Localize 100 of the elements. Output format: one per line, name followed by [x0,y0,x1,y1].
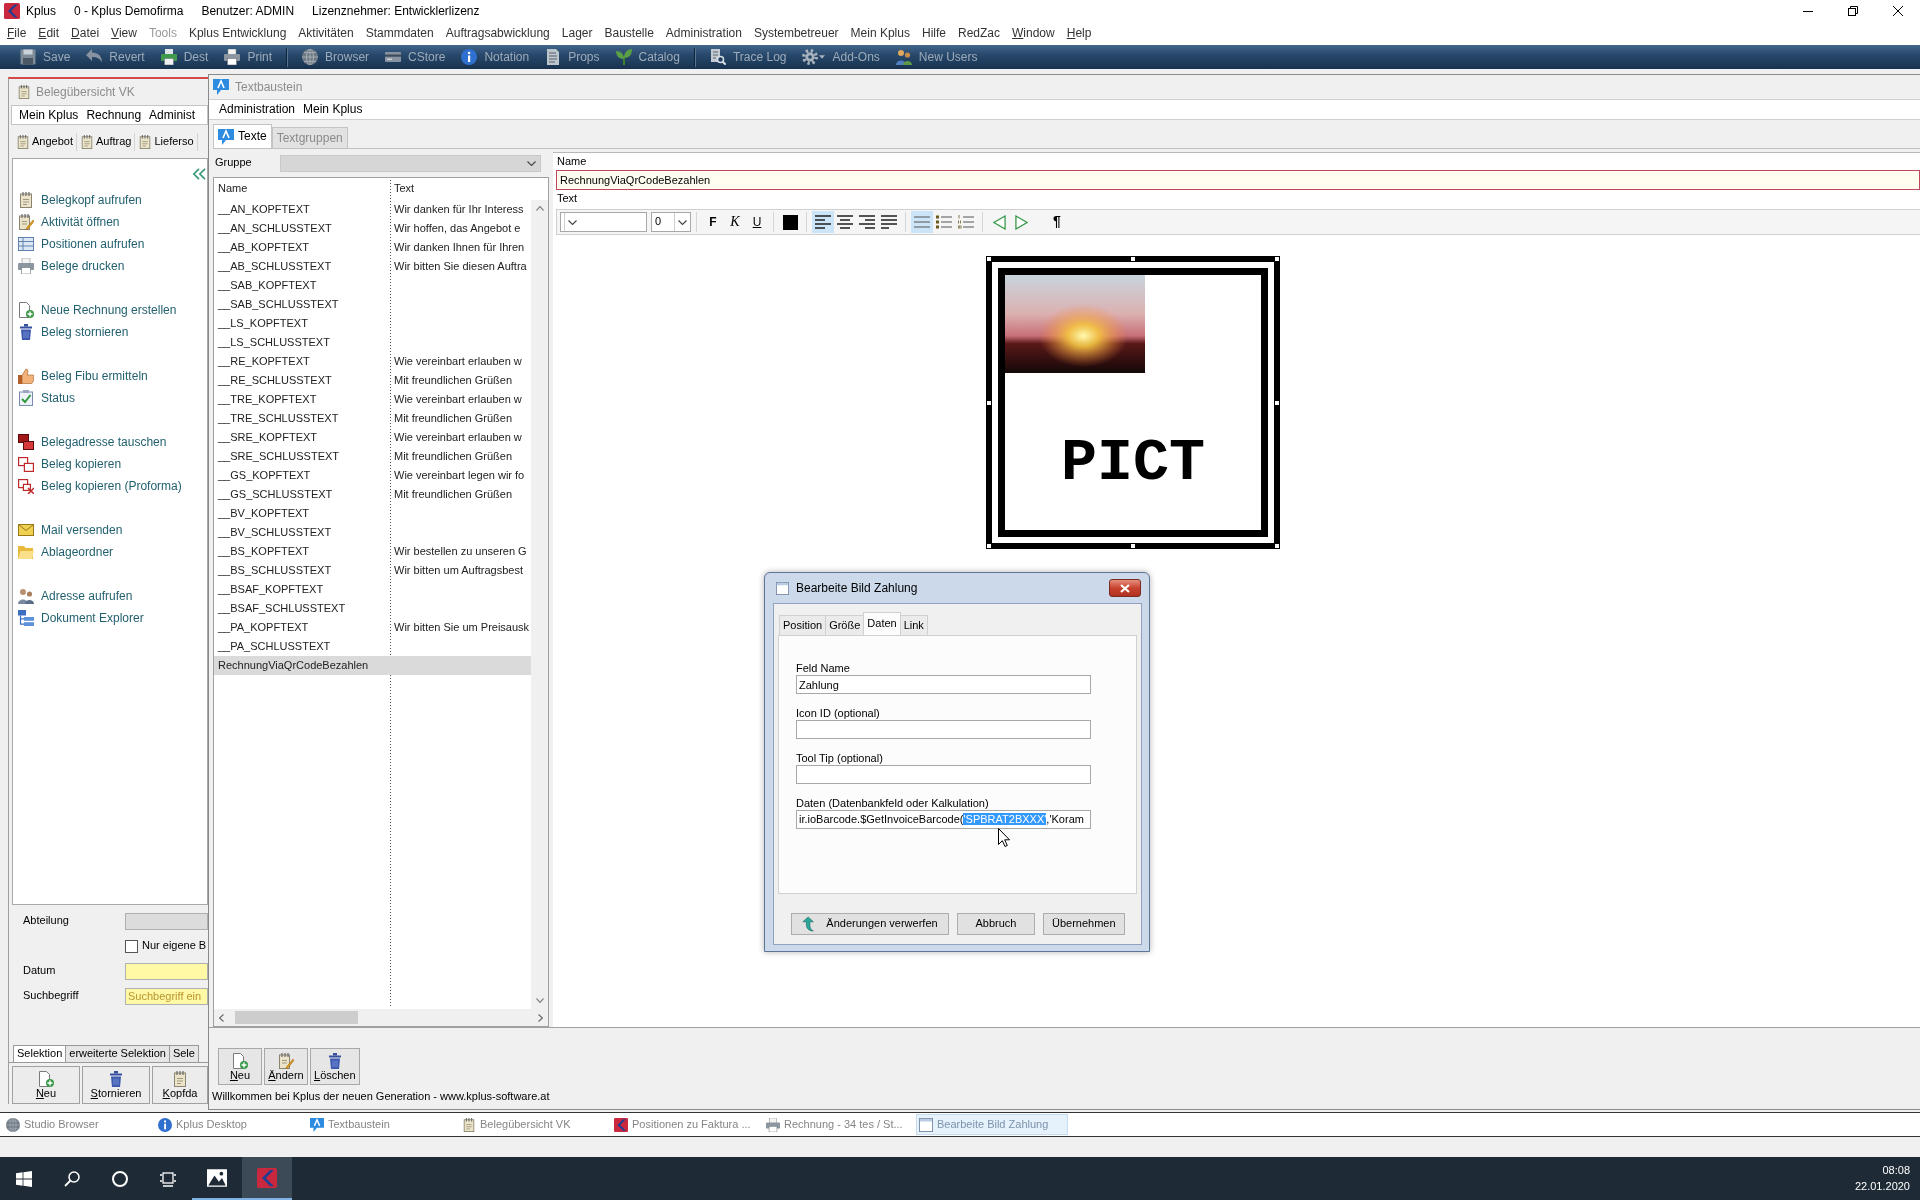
scrollbar[interactable] [531,200,548,1009]
toolbar-button[interactable]: Browser [294,46,378,68]
toolbar-button[interactable]: Angebot [13,133,77,151]
right-triangle-icon[interactable] [1014,214,1028,230]
menu-item[interactable]: Aktivitäten [292,26,360,41]
double-chevron-icon[interactable] [192,168,206,180]
window-tab[interactable]: Positionen zu Faktura ... [612,1114,764,1135]
window-tab[interactable]: Belegübersicht VK [460,1114,612,1135]
tab[interactable]: Sele [168,1045,199,1062]
toolbar-button[interactable]: Dest [152,46,217,68]
action-button[interactable]: Löschen [310,1048,360,1085]
table-row[interactable]: __SRE_KOPFTEXT Wie vereinbart erlauben w [214,428,531,447]
menu-item[interactable]: Hilfe [915,26,952,41]
toolbar-button[interactable]: Auftrag [77,133,136,151]
menu-item[interactable]: Window [1006,26,1061,41]
menu-item[interactable]: Kplus Entwicklung [182,26,293,41]
date-field[interactable] [125,962,208,980]
text-field[interactable] [796,720,1091,739]
table-row[interactable]: __BSAF_KOPFTEXT [214,580,531,599]
tab[interactable]: Link [899,615,928,635]
table-row[interactable]: __TRE_SCHLUSSTEXT Mit freundlichen Grüßen [214,409,531,428]
menu-item[interactable]: Mein Kplus [844,26,916,41]
resize-handle[interactable] [986,543,992,549]
resize-handle[interactable] [1274,256,1280,262]
menu-item[interactable]: Administration [215,102,300,117]
paragraph-mark-button[interactable]: ¶ [1046,211,1068,233]
menu-item[interactable]: Baustelle [598,26,660,41]
font-size-field[interactable]: 0 [651,212,691,232]
action-button[interactable]: Ändern [264,1048,308,1085]
table-row[interactable]: __LS_KOPFTEXT [214,314,531,333]
toolbar-button[interactable]: Catalog [607,46,688,68]
menu-item[interactable]: Mein Kplus [299,102,367,117]
table-row[interactable]: __SRE_SCHLUSSTEXT Mit freundlichen Grüßen [214,447,531,466]
action-link[interactable]: Status [13,387,76,409]
table-row[interactable]: __LS_SCHLUSSTEXT [214,333,531,352]
menu-item[interactable]: Datei [65,26,106,41]
toolbar-button[interactable]: New Users [887,46,986,68]
tab[interactable]: Größe [825,615,865,635]
action-link[interactable]: Adresse aufrufen [13,585,133,607]
action-button[interactable]: Neu [218,1048,262,1085]
menu-item[interactable]: Stammdaten [359,26,440,41]
color-swatch-icon[interactable] [782,214,798,230]
menu-item[interactable]: Administ [145,107,200,123]
table-row[interactable]: __AN_SCHLUSSTEXT Wir hoffen, das Angebot e [214,219,531,238]
table-row[interactable]: RechnungViaQrCodeBezahlen [214,656,531,675]
left-triangle-icon[interactable] [992,214,1006,230]
minimize-icon[interactable] [1802,10,1813,12]
table-row[interactable]: __BSAF_SCHLUSSTEXT [214,599,531,618]
table-row[interactable]: __RE_SCHLUSSTEXT Mit freundlichen Grüßen [214,371,531,390]
action-link[interactable]: Neue Rechnung erstellen [13,299,177,321]
table-row[interactable]: __AB_SCHLUSSTEXT Wir bitten Sie diesen Auftra [214,257,531,276]
table-row[interactable]: __PA_SCHLUSSTEXT [214,637,531,656]
resize-handle[interactable] [1130,543,1136,549]
action-button[interactable]: Stornieren [82,1066,150,1104]
action-link[interactable]: Mail versenden [13,519,123,541]
table-row[interactable]: __AN_KOPFTEXT Wir danken für Ihr Interess [214,200,531,219]
menu-item[interactable]: Systembetreuer [747,26,845,41]
toolbar-button[interactable]: CStore [377,46,454,68]
toolbar-button[interactable]: Revert [78,46,153,68]
table-row[interactable]: __GS_SCHLUSSTEXT Mit freundlichen Grüßen [214,485,531,504]
toolbar-button[interactable]: Lieferso [135,133,198,151]
action-link[interactable]: Positionen aufrufen [13,233,145,255]
close-button[interactable] [1109,579,1141,597]
resize-handle[interactable] [986,256,992,262]
restore-icon[interactable] [1847,6,1858,16]
name-field[interactable]: RechnungViaQrCodeBezahlen [556,170,1920,190]
align-left-button[interactable] [812,211,834,233]
toolbar-button[interactable]: Props [537,46,608,68]
action-link[interactable]: Beleg kopieren [13,453,122,475]
resize-handle[interactable] [986,399,992,406]
table-row[interactable]: __SAB_SCHLUSSTEXT [214,295,531,314]
window-tab[interactable]: Rechnung - 34 tes / St... [764,1114,916,1135]
dialog-button[interactable]: Änderungen verwerfen [791,913,949,935]
scrollbar-thumb[interactable] [235,1011,358,1024]
action-button[interactable]: Kopfda [152,1066,208,1104]
tab[interactable]: Daten [863,612,901,635]
menu-item[interactable]: Edit [32,26,66,41]
menu-item[interactable]: View [105,26,143,41]
dialog-button[interactable]: Übernehmen [1043,913,1125,935]
table-row[interactable]: __PA_KOPFTEXT Wir bitten Sie um Preisausk [214,618,531,637]
checkbox[interactable] [125,939,138,953]
action-link[interactable]: Belege drucken [13,255,125,277]
action-link[interactable]: Beleg stornieren [13,321,129,343]
resize-handle[interactable] [1274,399,1280,406]
action-link[interactable]: Ablageordner [13,541,114,563]
toolbar-button[interactable]: Trace Log [701,46,795,68]
window-tab[interactable]: Kplus Desktop [156,1114,308,1135]
action-link[interactable]: Beleg kopieren (Proforma) [13,475,182,497]
resize-handle[interactable] [1130,256,1136,262]
menu-item[interactable]: Rechnung [82,107,146,123]
menu-item[interactable]: File [1,26,33,41]
action-link[interactable]: Dokument Explorer [13,607,144,629]
search-icon[interactable] [64,1170,80,1187]
window-tab[interactable]: Studio Browser [4,1114,156,1135]
action-link[interactable]: Beleg Fibu ermitteln [13,365,148,387]
toolbar-button[interactable]: Save [12,46,79,68]
toolbar-button[interactable]: Notation [453,46,538,68]
table-row[interactable]: __RE_KOPFTEXT Wie vereinbart erlauben w [214,352,531,371]
windows-logo-icon[interactable] [16,1170,32,1187]
font-field[interactable] [560,212,647,232]
